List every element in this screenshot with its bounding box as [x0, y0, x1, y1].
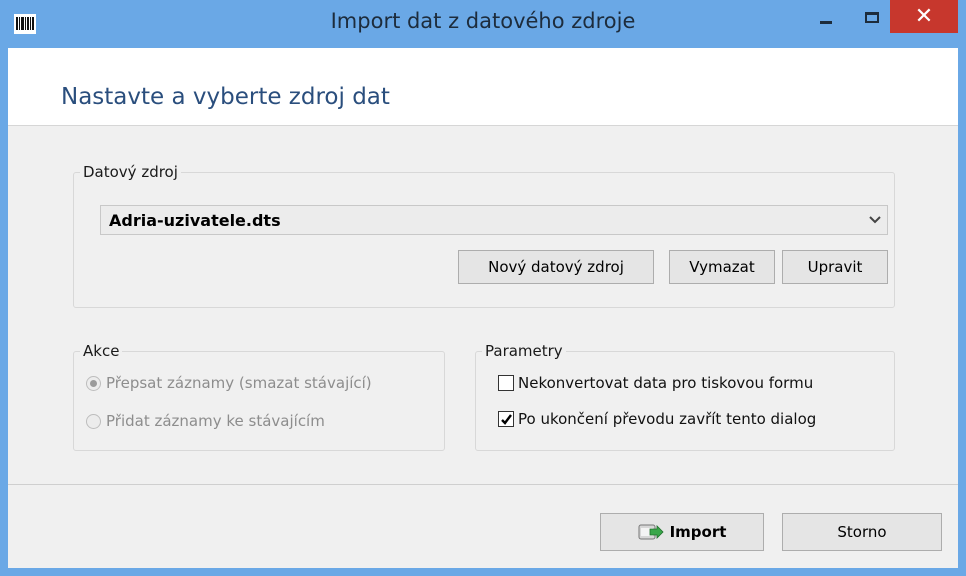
- checkbox-close-after[interactable]: Po ukončení převodu zavřít tento dialog: [498, 410, 816, 428]
- checkbox-no-convert-label: Nekonvertovat data pro tiskovou formu: [518, 374, 814, 392]
- data-source-group: Datový zdroj Adria-uzivatele.dts Nový da…: [73, 163, 895, 308]
- header-band: Nastavte a vyberte zdroj dat: [8, 48, 958, 126]
- dialog-window: Import dat z datového zdroje ✕ Nastavte …: [0, 0, 966, 576]
- checkbox-close-after-label: Po ukončení převodu zavřít tento dialog: [518, 410, 817, 428]
- data-source-group-label: Datový zdroj: [80, 163, 181, 181]
- minimize-button[interactable]: [806, 0, 846, 34]
- close-icon: ✕: [914, 3, 934, 29]
- minimize-icon: [820, 20, 832, 24]
- import-icon: [638, 524, 664, 540]
- title-bar[interactable]: Import dat z datového zdroje ✕: [0, 0, 966, 48]
- checkbox-checked[interactable]: [498, 411, 514, 427]
- import-button-label: Import: [669, 523, 727, 541]
- import-button[interactable]: Import: [600, 513, 764, 551]
- close-button[interactable]: ✕: [890, 0, 958, 33]
- checkmark-icon: [500, 413, 512, 425]
- new-data-source-button[interactable]: Nový datový zdroj: [458, 250, 654, 284]
- edit-button[interactable]: Upravit: [782, 250, 888, 284]
- radio-overwrite-label: Přepsat záznamy (smazat stávající): [106, 374, 372, 392]
- data-source-selected-value: Adria-uzivatele.dts: [109, 211, 281, 230]
- maximize-button[interactable]: [852, 0, 892, 34]
- data-source-select[interactable]: Adria-uzivatele.dts: [100, 205, 888, 235]
- maximize-icon: [865, 11, 879, 23]
- checkbox-no-convert[interactable]: Nekonvertovat data pro tiskovou formu: [498, 374, 813, 392]
- radio-append-label: Přidat záznamy ke stávajícím: [106, 412, 325, 430]
- radio-button[interactable]: [86, 413, 101, 429]
- radio-overwrite-records[interactable]: Přepsat záznamy (smazat stávající): [86, 374, 372, 392]
- cancel-button[interactable]: Storno: [782, 513, 942, 551]
- radio-button-selected[interactable]: [86, 375, 101, 391]
- parameters-group: Parametry Nekonvertovat data pro tiskovo…: [475, 342, 895, 451]
- parameters-group-label: Parametry: [482, 342, 566, 360]
- delete-button[interactable]: Vymazat: [669, 250, 775, 284]
- chevron-down-icon: [869, 216, 881, 224]
- radio-append-records[interactable]: Přidat záznamy ke stávajícím: [86, 412, 325, 430]
- page-title: Nastavte a vyberte zdroj dat: [61, 84, 390, 110]
- action-group-label: Akce: [80, 342, 123, 360]
- dialog-client-area: Nastavte a vyberte zdroj dat Datový zdro…: [8, 48, 958, 568]
- action-group: Akce Přepsat záznamy (smazat stávající) …: [73, 342, 445, 451]
- footer-band: Import Storno: [8, 484, 958, 568]
- checkbox-unchecked[interactable]: [498, 375, 514, 391]
